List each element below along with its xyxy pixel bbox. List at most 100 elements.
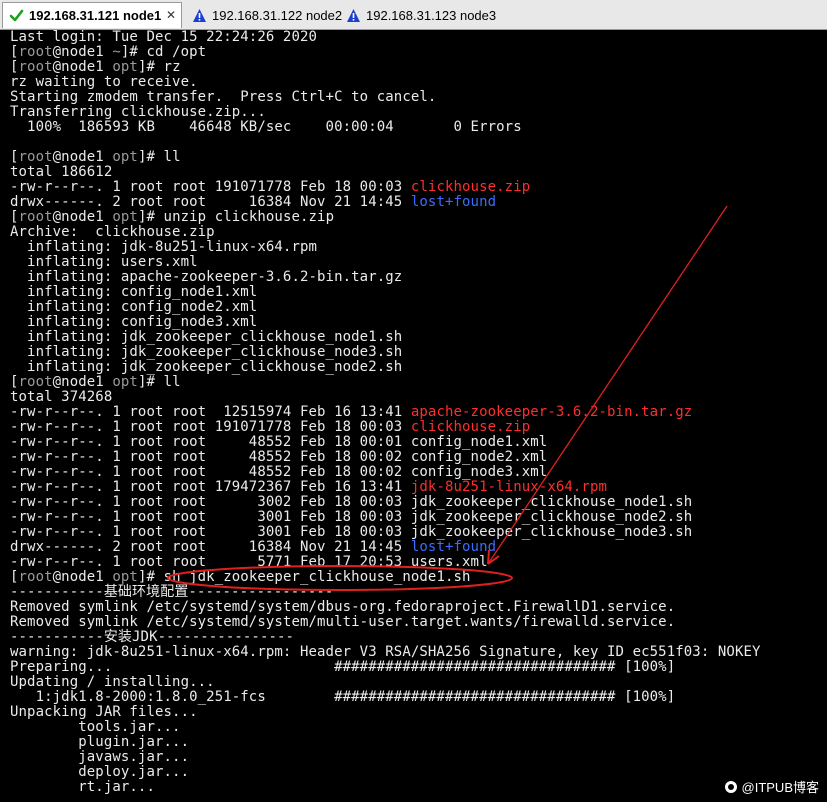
terminal-text-segment: -rw-r--r--. 1 root root 12515974 Feb 16 … — [10, 404, 411, 420]
terminal-line: -----------安装JDK---------------- — [10, 630, 761, 645]
tab-label: 192.168.31.121 node1 — [29, 8, 162, 23]
terminal-text-segment: Preparing... ###########################… — [10, 659, 676, 675]
terminal-text-segment: opt — [112, 569, 138, 585]
terminal-text-segment: -rw-r--r--. 1 root root 48552 Feb 18 00:… — [10, 434, 548, 450]
terminal-line: rt.jar... — [10, 780, 761, 795]
terminal-line: inflating: jdk_zookeeper_clickhouse_node… — [10, 330, 761, 345]
terminal-line: inflating: config_node1.xml — [10, 285, 761, 300]
terminal-line: inflating: jdk-8u251-linux-x64.rpm — [10, 240, 761, 255]
terminal-line: 100% 186593 KB 46648 KB/sec 00:00:04 0 E… — [10, 120, 761, 135]
terminal-line: -rw-r--r--. 1 root root 3001 Feb 18 00:0… — [10, 510, 761, 525]
terminal-text-segment: -rw-r--r--. 1 root root 48552 Feb 18 00:… — [10, 464, 548, 480]
terminal-text-segment: -rw-r--r--. 1 root root 3001 Feb 18 00:0… — [10, 509, 693, 525]
terminal-text-segment: inflating: jdk_zookeeper_clickhouse_node… — [10, 344, 403, 360]
terminal-line: inflating: users.xml — [10, 255, 761, 270]
terminal-text-segment: -rw-r--r--. 1 root root 3002 Feb 18 00:0… — [10, 494, 693, 510]
terminal-text-segment: warning: jdk-8u251-linux-x64.rpm: Header… — [10, 644, 761, 660]
terminal-text-segment: opt — [112, 149, 138, 165]
terminal-line: -rw-r--r--. 1 root root 3001 Feb 18 00:0… — [10, 525, 761, 540]
tab-node2[interactable]: 192.168.31.122 node2 — [186, 2, 342, 28]
terminal-line: -rw-r--r--. 1 root root 48552 Feb 18 00:… — [10, 465, 761, 480]
terminal-text-segment: total 186612 — [10, 164, 113, 180]
terminal-text-segment: inflating: config_node2.xml — [10, 299, 258, 315]
terminal-text-segment: Archive: clickhouse.zip — [10, 224, 215, 240]
terminal-line: total 186612 — [10, 165, 761, 180]
terminal-line: -rw-r--r--. 1 root root 48552 Feb 18 00:… — [10, 435, 761, 450]
terminal-lines: Last login: Tue Dec 15 22:24:26 2020 [roo… — [10, 30, 761, 795]
terminal-text-segment: inflating: jdk-8u251-linux-x64.rpm — [10, 239, 318, 255]
terminal-text-segment: -----------安装JDK---------------- — [10, 629, 295, 645]
terminal-text-segment: -rw-r--r--. 1 root root 48552 Feb 18 00:… — [10, 449, 548, 465]
terminal-text-segment: @node1 — [52, 149, 113, 165]
terminal-line: Removed symlink /etc/systemd/system/mult… — [10, 615, 761, 630]
terminal-text-segment: Removed symlink /etc/systemd/system/mult… — [10, 614, 676, 630]
terminal-line: -rw-r--r--. 1 root root 5771 Feb 17 20:5… — [10, 555, 761, 570]
terminal-text-segment: drwx------. 2 root root 16384 Nov 21 14:… — [10, 539, 411, 555]
terminal-line: plugin.jar... — [10, 735, 761, 750]
terminal-text-segment: 100% 186593 KB 46648 KB/sec 00:00:04 0 E… — [10, 119, 522, 135]
terminal-line: Updating / installing... — [10, 675, 761, 690]
terminal-text-segment: ]# ll — [137, 149, 181, 165]
check-icon — [9, 8, 24, 23]
terminal-text-segment: inflating: apache-zookeeper-3.6.2-bin.ta… — [10, 269, 403, 285]
terminal-text-segment: ]# sh jdk_zookeeper_clickhouse_node1.sh — [137, 569, 471, 585]
terminal-line: [root@node1 opt]# ll — [10, 150, 761, 165]
terminal-text-segment: [ — [10, 44, 19, 60]
tab-node3[interactable]: 192.168.31.123 node3 — [340, 2, 496, 28]
terminal-output[interactable]: Last login: Tue Dec 15 22:24:26 2020 [roo… — [0, 30, 827, 802]
terminal-text-segment: inflating: config_node3.xml — [10, 314, 258, 330]
terminal-text-segment: ]# rz — [137, 59, 181, 75]
close-icon[interactable]: ✕ — [166, 8, 176, 22]
terminal-line: -rw-r--r--. 1 root root 191071778 Feb 18… — [10, 180, 761, 195]
terminal-line: Unpacking JAR files... — [10, 705, 761, 720]
terminal-text-segment: plugin.jar... — [10, 734, 190, 750]
terminal-text-segment: @node1 — [52, 59, 113, 75]
terminal-text-segment: opt — [112, 374, 138, 390]
terminal-text-segment: inflating: config_node1.xml — [10, 284, 258, 300]
terminal-text-segment: ]# unzip clickhouse.zip — [137, 209, 335, 225]
terminal-text-segment: -rw-r--r--. 1 root root 3001 Feb 18 00:0… — [10, 524, 693, 540]
terminal-text-segment: lost+found — [410, 539, 497, 555]
terminal-text-segment: ]# cd /opt — [120, 44, 207, 60]
terminal-text-segment: -rw-r--r--. 1 root root 191071778 Feb 18… — [10, 179, 411, 195]
terminal-text-segment: Removed symlink /etc/systemd/system/dbus… — [10, 599, 676, 615]
tab-node1[interactable]: 192.168.31.121 node1 ✕ — [2, 2, 182, 28]
terminal-text-segment: ]# ll — [137, 374, 181, 390]
terminal-text-segment: opt — [112, 59, 138, 75]
warning-icon — [192, 8, 207, 23]
terminal-text-segment: tools.jar... — [10, 719, 181, 735]
terminal-text-segment: @node1 — [52, 569, 113, 585]
terminal-text-segment: total 374268 — [10, 389, 113, 405]
terminal-line: -rw-r--r--. 1 root root 191071778 Feb 18… — [10, 420, 761, 435]
terminal-line: Last login: Tue Dec 15 22:24:26 2020 — [10, 30, 761, 45]
session-tab-bar: 192.168.31.121 node1 ✕ 192.168.31.122 no… — [0, 0, 827, 30]
terminal-line: Preparing... ###########################… — [10, 660, 761, 675]
terminal-line: tools.jar... — [10, 720, 761, 735]
terminal-text-segment: [ — [10, 209, 19, 225]
terminal-text-segment: [ — [10, 374, 19, 390]
terminal-line: drwx------. 2 root root 16384 Nov 21 14:… — [10, 540, 761, 555]
terminal-line: inflating: jdk_zookeeper_clickhouse_node… — [10, 360, 761, 375]
terminal-text-segment: clickhouse.zip — [410, 179, 531, 195]
terminal-line: -rw-r--r--. 1 root root 179472367 Feb 16… — [10, 480, 761, 495]
watermark-text: @ITPUB博客 — [741, 780, 819, 795]
terminal-text-segment: Transferring clickhouse.zip... — [10, 104, 266, 120]
terminal-line: -rw-r--r--. 1 root root 12515974 Feb 16 … — [10, 405, 761, 420]
terminal-line: [root@node1 opt]# rz — [10, 60, 761, 75]
terminal-text-segment: [ — [10, 59, 19, 75]
terminal-text-segment: -rw-r--r--. 1 root root 179472367 Feb 16… — [10, 479, 411, 495]
terminal-text-segment: deploy.jar... — [10, 764, 190, 780]
terminal-line: Transferring clickhouse.zip... — [10, 105, 761, 120]
terminal-text-segment: -----------基础环境配置----------------- — [10, 584, 334, 600]
terminal-line: total 374268 — [10, 390, 761, 405]
terminal-line: -----------基础环境配置----------------- — [10, 585, 761, 600]
terminal-text-segment: opt — [112, 209, 138, 225]
terminal-line: [root@node1 opt]# unzip clickhouse.zip — [10, 210, 761, 225]
terminal-text-segment: apache-zookeeper-3.6.2-bin.tar.gz — [410, 404, 693, 420]
terminal-text-segment: rz waiting to receive. — [10, 74, 198, 90]
terminal-text-segment: Starting zmodem transfer. Press Ctrl+C t… — [10, 89, 437, 105]
terminal-text-segment: @node1 — [52, 209, 113, 225]
watermark-logo-icon — [724, 780, 737, 793]
terminal-line: inflating: apache-zookeeper-3.6.2-bin.ta… — [10, 270, 761, 285]
